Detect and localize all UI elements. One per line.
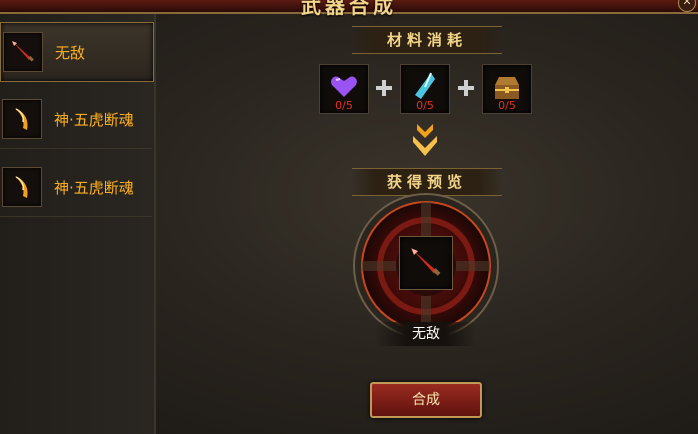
plus-icon <box>458 80 474 96</box>
weapon-list-item[interactable]: 神·五虎断魂 <box>0 90 152 149</box>
weapon-list: 无敌 神·五虎断魂 神·五虎断魂 <box>0 14 156 434</box>
crafting-panel: 材料消耗 0/5 0/5 0/5 获得预览 无敌 合成 <box>156 14 698 434</box>
material-count: 0/5 <box>335 99 353 112</box>
weapon-list-item[interactable]: 神·五虎断魂 <box>0 158 152 217</box>
red-sword-icon <box>3 32 43 72</box>
preview-item-name: 无敌 <box>376 322 476 346</box>
weapon-list-item-label: 神·五虎断魂 <box>54 178 134 197</box>
weapon-list-item-label: 神·五虎断魂 <box>54 110 134 129</box>
plus-icon <box>376 80 392 96</box>
preview-item-slot[interactable] <box>399 236 453 290</box>
material-slot[interactable]: 0/5 <box>400 64 450 114</box>
material-slot[interactable]: 0/5 <box>319 64 369 114</box>
material-count: 0/5 <box>498 99 516 112</box>
craft-button[interactable]: 合成 <box>370 382 482 418</box>
materials-header: 材料消耗 <box>352 26 502 54</box>
golden-blade-icon <box>2 167 42 207</box>
arrow-down-icon <box>413 124 437 156</box>
material-count: 0/5 <box>416 99 434 112</box>
weapon-list-item-label: 无敌 <box>55 43 86 62</box>
material-slot[interactable]: 0/5 <box>482 64 532 114</box>
golden-blade-icon <box>2 99 42 139</box>
title-bar: 武器合成 ✕ <box>0 0 698 18</box>
red-sword-icon <box>411 248 441 276</box>
close-icon: ✕ <box>682 0 692 8</box>
weapon-list-item[interactable]: 无敌 <box>0 22 154 82</box>
